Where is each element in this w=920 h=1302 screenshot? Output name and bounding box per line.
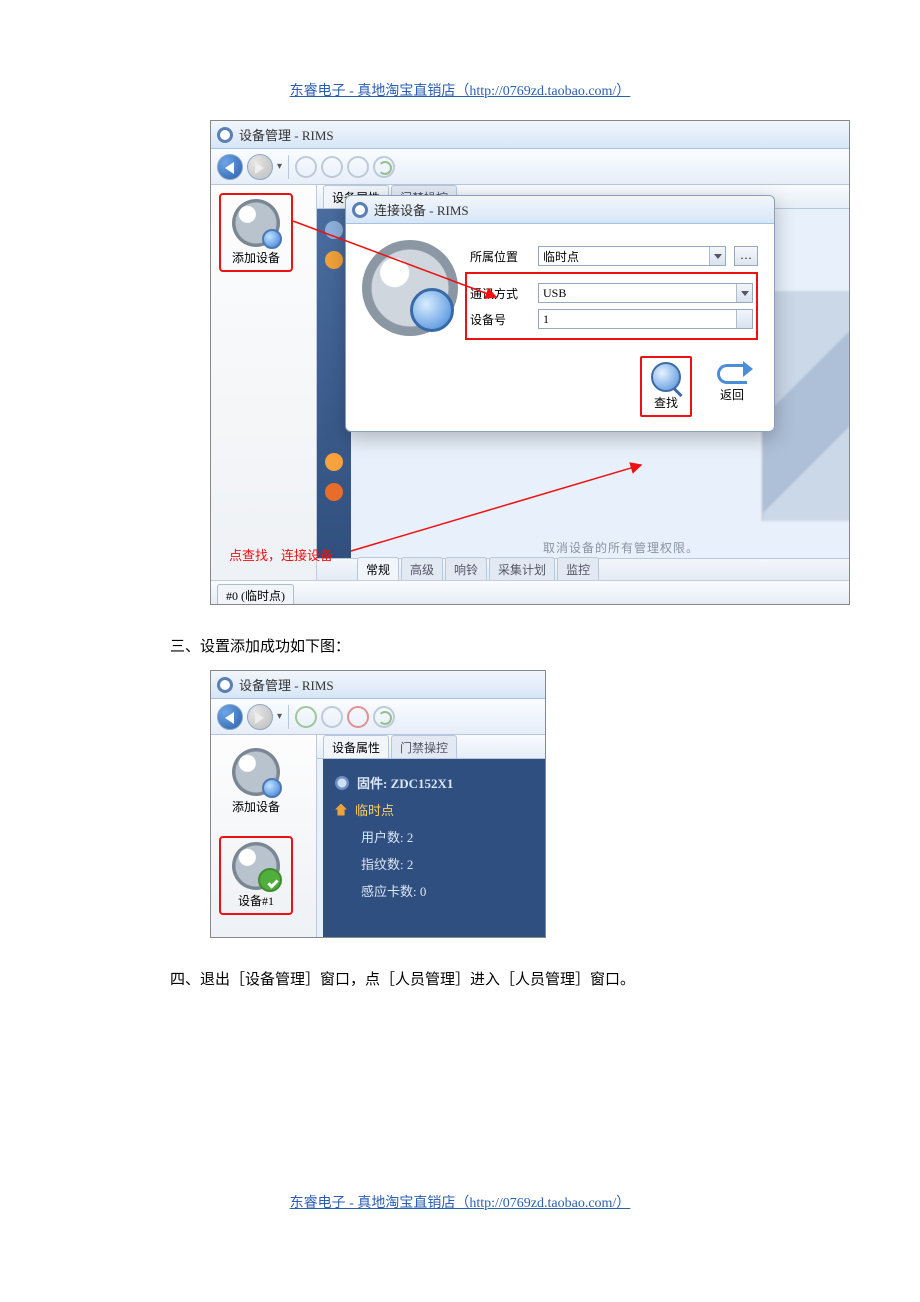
toolbar-separator: [288, 705, 289, 729]
toolbar-separator: [288, 155, 289, 179]
screenshot-device-added: 设备管理 - RIMS ▾ 添加设备 设备#1: [210, 670, 546, 938]
tab-general[interactable]: 常规: [357, 557, 399, 580]
comm-dropdown[interactable]: USB: [538, 283, 753, 303]
row-devno: 设备号 1: [470, 309, 753, 329]
status-bar: #0 (临时点): [211, 580, 849, 604]
gear-mini-icon: [335, 776, 349, 790]
step-3-text: 三、设置添加成功如下图：: [170, 635, 750, 656]
dialog-title: 连接设备 - RIMS: [374, 200, 469, 219]
firmware-row: 固件: ZDC152X1: [335, 769, 533, 796]
toolbar-gear-red-icon[interactable]: [347, 706, 369, 728]
tab-monitor[interactable]: 监控: [557, 557, 599, 580]
screenshot-device-manager-connect: 设备管理 - RIMS ▾ 添加设备 设备属性 门禁操控: [210, 120, 850, 605]
refresh-icon[interactable]: [373, 156, 395, 178]
annotation-caption: 点查找，连接设备: [229, 545, 333, 564]
toolbar-search-icon[interactable]: [321, 706, 343, 728]
bottom-tabs: 常规 高级 响铃 采集计划 监控: [317, 558, 849, 580]
toolbar-gear-icon[interactable]: [295, 706, 317, 728]
iconbar-alarm-icon[interactable]: [325, 453, 343, 471]
nav-back-button[interactable]: [217, 154, 243, 180]
dialog-large-gear-icon: [362, 240, 458, 336]
dialog-titlebar: 连接设备 - RIMS: [346, 196, 774, 224]
window-title-2: 设备管理 - RIMS: [239, 675, 334, 694]
connect-device-dialog: 连接设备 - RIMS 所属位置 临时点 … 通讯方式: [345, 195, 775, 432]
left-sidebar-2: 添加设备 设备#1: [211, 735, 317, 937]
tab-bell[interactable]: 响铃: [445, 557, 487, 580]
toolbar-gear-icon[interactable]: [295, 156, 317, 178]
fps-row: 指纹数: 2: [335, 850, 533, 877]
gear-magnifier-icon: [232, 199, 280, 247]
toolbar-gear2-icon[interactable]: [347, 156, 369, 178]
left-sidebar: 添加设备: [211, 185, 317, 580]
toolbar-search-icon[interactable]: [321, 156, 343, 178]
row-location: 所属位置 临时点 …: [470, 246, 758, 266]
refresh-icon[interactable]: [373, 706, 395, 728]
cards-row: 感应卡数: 0: [335, 877, 533, 904]
magnifier-icon: [651, 362, 681, 392]
nav-forward-button[interactable]: [247, 704, 273, 730]
device-1-button[interactable]: 设备#1: [219, 836, 293, 915]
page-header-link[interactable]: 东睿电子 - 真地淘宝直销店（http://0769zd.taobao.com/…: [170, 80, 750, 100]
nav-dropdown[interactable]: ▾: [277, 711, 282, 722]
location-dropdown[interactable]: 临时点: [538, 246, 726, 266]
highlighted-fields: 通讯方式 USB 设备号 1: [465, 272, 758, 340]
gear-check-icon: [232, 842, 280, 890]
tab-door-control[interactable]: 门禁操控: [391, 735, 457, 758]
add-device-button[interactable]: 添加设备: [219, 193, 293, 272]
dialog-search-button[interactable]: 查找: [640, 356, 692, 417]
device-info-panel: 固件: ZDC152X1 临时点 用户数: 2 指纹数: 2 感应卡数: 0: [323, 759, 545, 937]
step-4-text: 四、退出［设备管理］窗口，点［人员管理］进入［人员管理］窗口。: [170, 968, 750, 989]
nav-back-button[interactable]: [217, 704, 243, 730]
home-icon: [335, 804, 347, 816]
nav-dropdown[interactable]: ▾: [277, 161, 282, 172]
main-toolbar-2: ▾: [211, 699, 545, 735]
location-label: 所属位置: [470, 248, 530, 265]
tab-advanced[interactable]: 高级: [401, 557, 443, 580]
app-icon: [217, 127, 233, 143]
dialog-back-button[interactable]: 返回: [706, 356, 758, 417]
location-browse-button[interactable]: …: [734, 246, 758, 266]
devno-label: 设备号: [470, 311, 530, 328]
iconbar-home-icon[interactable]: [325, 251, 343, 269]
gear-magnifier-icon: [232, 748, 280, 796]
top-tabs-2: 设备属性 门禁操控: [317, 735, 545, 759]
dialog-gear-icon: [352, 202, 368, 218]
nav-forward-button[interactable]: [247, 154, 273, 180]
tab-plan[interactable]: 采集计划: [489, 557, 555, 580]
tab-device-props[interactable]: 设备属性: [323, 735, 389, 758]
main-toolbar: ▾: [211, 149, 849, 185]
add-device-button[interactable]: 添加设备: [219, 743, 293, 820]
window-title: 设备管理 - RIMS: [239, 125, 334, 144]
hint-text: 取消设备的所有管理权限。: [543, 539, 699, 556]
comm-label: 通讯方式: [470, 285, 530, 302]
window-titlebar: 设备管理 - RIMS: [211, 121, 849, 149]
background-device-art: [762, 291, 850, 521]
app-icon: [217, 677, 233, 693]
iconbar-power-icon[interactable]: [325, 483, 343, 501]
devno-input[interactable]: 1: [538, 309, 753, 329]
page-footer-link[interactable]: 东睿电子 - 真地淘宝直销店（http://0769zd.taobao.com/…: [0, 1192, 920, 1212]
status-chip[interactable]: #0 (临时点): [217, 584, 294, 605]
return-arrow-icon: [717, 364, 747, 384]
window-titlebar-2: 设备管理 - RIMS: [211, 671, 545, 699]
iconbar-gear-icon[interactable]: [325, 221, 343, 239]
node-row[interactable]: 临时点: [335, 796, 533, 823]
row-comm: 通讯方式 USB: [470, 283, 753, 303]
users-row: 用户数: 2: [335, 823, 533, 850]
